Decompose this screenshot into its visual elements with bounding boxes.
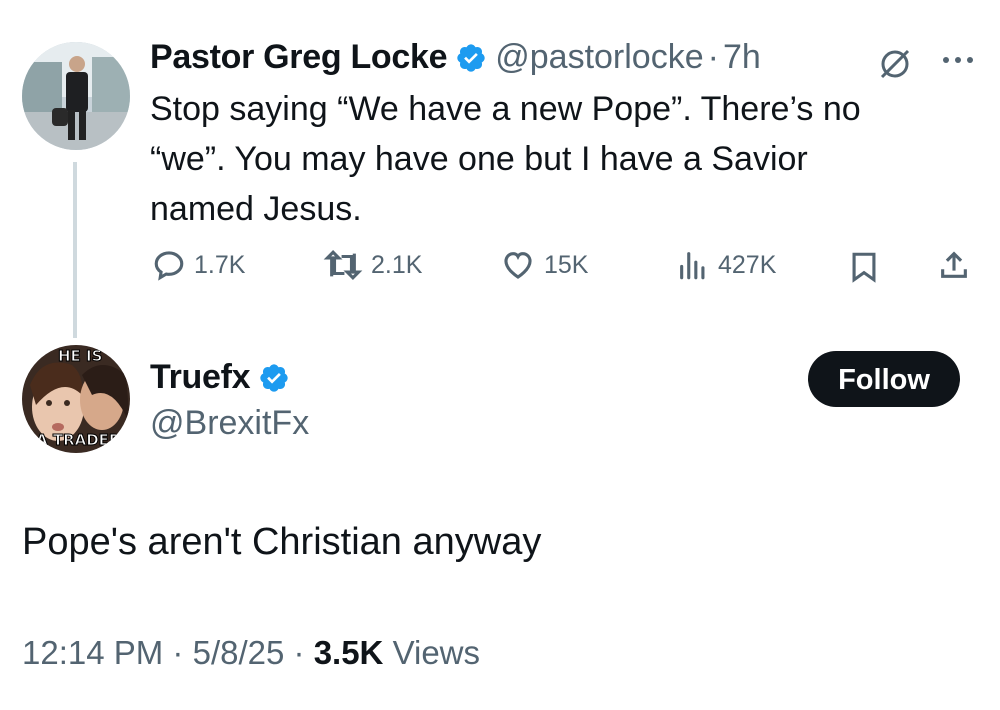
tweet-text: Stop saying “We have a new Pope”. There’… xyxy=(150,84,980,234)
avatar-photo xyxy=(22,42,130,150)
reply-views-label: Views xyxy=(392,634,481,671)
share-icon xyxy=(941,251,967,278)
like-button[interactable]: 15K xyxy=(500,248,588,282)
avatar-truefx[interactable]: HE IS A TRADER xyxy=(22,345,130,453)
reply-date[interactable]: 5/8/25 xyxy=(193,634,285,671)
share-button[interactable] xyxy=(937,248,971,282)
avatar-caption-top: HE IS xyxy=(57,347,103,366)
bookmark-icon xyxy=(852,252,876,283)
grok-icon[interactable] xyxy=(876,45,914,88)
reply-author-handle[interactable]: @BrexitFx xyxy=(150,404,309,443)
reply-author-row: Truefx xyxy=(150,358,290,397)
repost-icon xyxy=(323,250,363,280)
like-icon xyxy=(504,252,532,279)
reply-button[interactable]: 1.7K xyxy=(152,248,245,282)
tweet-time[interactable]: 7h xyxy=(723,38,761,77)
repost-count: 2.1K xyxy=(371,250,423,279)
avatar-caption-bottom: A TRADER xyxy=(35,431,121,450)
more-icon[interactable] xyxy=(940,50,976,75)
reply-text: Pope's aren't Christian anyway xyxy=(22,521,542,563)
views-icon xyxy=(680,252,705,280)
author-name[interactable]: Pastor Greg Locke xyxy=(150,38,448,77)
meta-separator: · xyxy=(172,634,184,671)
like-count: 15K xyxy=(544,250,589,279)
repost-button[interactable]: 2.1K xyxy=(323,248,422,282)
verified-badge-icon xyxy=(457,43,485,72)
reply-author-name[interactable]: Truefx xyxy=(150,358,251,397)
tweet-header: Pastor Greg Locke @pastorlocke · 7h xyxy=(150,38,761,77)
header-separator: · xyxy=(707,38,719,76)
views-button[interactable]: 427K xyxy=(676,248,776,282)
avatar-pastor-greg-locke[interactable] xyxy=(22,42,130,150)
meta-separator: · xyxy=(293,634,305,671)
author-handle[interactable]: @pastorlocke xyxy=(495,38,703,77)
reply-meta: 12:14 PM · 5/8/25 · 3.5K Views xyxy=(22,634,480,672)
verified-badge-icon xyxy=(260,363,288,392)
reply-views-count: 3.5K xyxy=(313,634,384,671)
follow-button[interactable]: Follow xyxy=(808,351,960,407)
bookmark-button[interactable] xyxy=(848,250,880,284)
tweet-text-line: Stop saying “We have a new Pope”. There’… xyxy=(150,90,861,128)
reply-time[interactable]: 12:14 PM xyxy=(22,634,163,671)
reply-count: 1.7K xyxy=(194,250,246,279)
reply-icon xyxy=(154,251,184,281)
views-count: 427K xyxy=(718,250,777,279)
tweet-text-line: named Jesus. xyxy=(150,190,362,228)
thread-line xyxy=(73,162,77,338)
tweet-text-line: “we”. You may have one but I have a Savi… xyxy=(150,140,808,178)
